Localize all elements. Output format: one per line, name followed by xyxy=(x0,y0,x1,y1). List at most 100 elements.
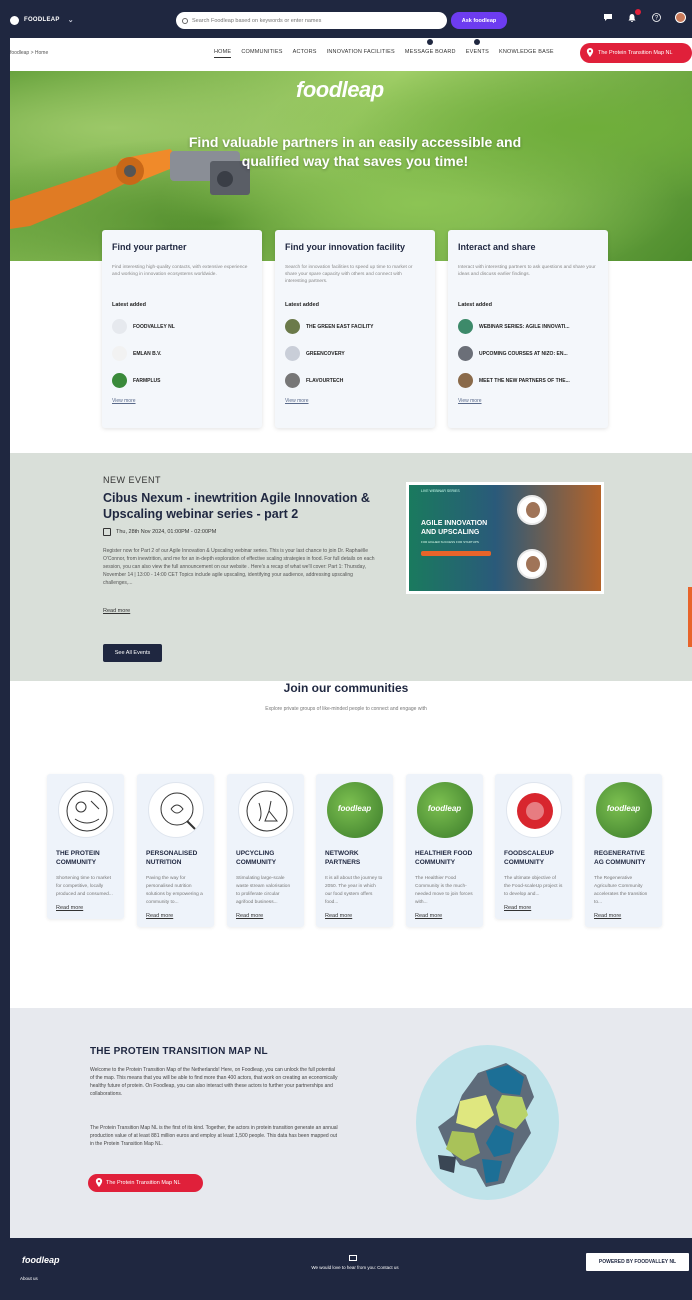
latest-item[interactable]: THE GREEN EAST FACILITY xyxy=(285,313,425,340)
ask-foodleap-button[interactable]: Ask foodleap xyxy=(451,12,507,29)
community-read-more-link[interactable]: Read more xyxy=(415,913,474,919)
community-card[interactable]: foodleap HEALTHIER FOOD COMMUNITY The Hea… xyxy=(406,774,483,927)
community-card[interactable]: PERSONALISED NUTRITION Paving the way fo… xyxy=(137,774,214,927)
protein-transition-map-nav-button[interactable]: The Protein Transition Map NL xyxy=(580,43,692,63)
view-more-link[interactable]: View more xyxy=(285,398,425,404)
community-name: THE PROTEIN COMMUNITY xyxy=(56,850,100,866)
latest-item-label: FARMPLUS xyxy=(133,377,161,384)
protein-map-label: The Protein Transition Map NL xyxy=(598,50,673,56)
feature-card: Find your innovation facility Search for… xyxy=(275,230,435,428)
latest-item-label: MEET THE NEW PARTNERS OF THE... xyxy=(479,377,570,384)
mail-icon xyxy=(349,1255,357,1261)
contact-link[interactable]: We would love to hear from you: Contact … xyxy=(300,1264,410,1271)
bell-icon[interactable] xyxy=(627,8,641,23)
see-all-events-button[interactable]: See All Events xyxy=(103,644,162,662)
nav-item-events[interactable]: EVENTS xyxy=(466,39,489,58)
communities-subtitle: Explore private groups of like-minded pe… xyxy=(265,706,427,712)
brand-switcher[interactable]: FOODLEAP ⌄ xyxy=(10,15,74,25)
view-more-link[interactable]: View more xyxy=(458,398,598,404)
map-paragraph-1: Welcome to the Protein Transition Map of… xyxy=(90,1067,338,1097)
brand-logo-icon xyxy=(10,15,19,25)
latest-item[interactable]: GREENCOVERY xyxy=(285,340,425,367)
map-pin-icon xyxy=(586,48,594,57)
latest-item[interactable]: FARMPLUS xyxy=(112,367,252,394)
latest-item[interactable]: FLAVOURTECH xyxy=(285,367,425,394)
item-logo-icon xyxy=(285,346,300,361)
nav-items: HOME COMMUNITIES ACTORS INNOVATION FACILITI… xyxy=(214,39,554,58)
card-title: Find your partner xyxy=(112,242,187,252)
community-read-more-link[interactable]: Read more xyxy=(325,913,384,919)
community-name: REGENERATIVE AG COMMUNITY xyxy=(594,850,646,866)
nav-item-communities[interactable]: COMMUNITIES xyxy=(241,49,282,58)
community-card[interactable]: FOODSCALEUP COMMUNITY The ultimate objec… xyxy=(495,774,572,919)
latest-item[interactable]: UPCOMING COURSES AT NIZO: EN... xyxy=(458,340,598,367)
event-image[interactable]: LIVE WEBINAR SERIES AGILE INNOVATION AND … xyxy=(406,482,604,594)
nav-item-message-board[interactable]: MESSAGE BOARD xyxy=(405,39,456,58)
event-description: Register now for Part 2 of our Agile Inn… xyxy=(103,548,375,586)
nav-indicator-dot xyxy=(427,39,434,45)
community-read-more-link[interactable]: Read more xyxy=(504,905,563,911)
community-name: NETWORK PARTNERS xyxy=(325,850,361,866)
notification-badge xyxy=(635,8,641,15)
netherlands-map[interactable] xyxy=(416,1045,559,1200)
event-kicker: NEW EVENT xyxy=(103,475,162,485)
nav-item-label: INNOVATION FACILITIES xyxy=(326,49,395,55)
community-photo: foodleap xyxy=(595,782,652,838)
event-date-text: Thu, 28th Nov 2024, 01:00PM - 02:00PM xyxy=(116,529,217,535)
event-title[interactable]: Cibus Nexum - inewtrition Agile Innovati… xyxy=(103,490,383,522)
nav-item-innovation-facilities[interactable]: INNOVATION FACILITIES xyxy=(327,49,395,58)
community-card[interactable]: THE PROTEIN COMMUNITY Shortening time to… xyxy=(47,774,124,919)
latest-item[interactable]: WEBINAR SERIES: AGILE INNOVATI... xyxy=(458,313,598,340)
latest-added-label: Latest added xyxy=(458,302,492,308)
latest-item-label: GREENCOVERY xyxy=(306,350,345,357)
community-name: FOODSCALEUP COMMUNITY xyxy=(504,850,554,866)
community-name: HEALTHIER FOOD COMMUNITY xyxy=(415,850,473,866)
feedback-tab[interactable] xyxy=(688,587,692,647)
community-read-more-link[interactable]: Read more xyxy=(146,913,205,919)
protein-map-button[interactable]: The Protein Transition Map NL xyxy=(88,1174,203,1192)
help-icon[interactable]: ? xyxy=(651,13,661,23)
community-card[interactable]: foodleap NETWORK PARTNERS It is all about… xyxy=(316,774,393,927)
community-card[interactable]: UPCYCLING COMMUNITY Stimulating large-sc… xyxy=(227,774,304,927)
brand-name: FOODLEAP xyxy=(24,17,60,23)
breadcrumb[interactable]: foodleap > Home xyxy=(10,50,48,56)
about-us-link[interactable]: About us xyxy=(20,1276,38,1281)
card-description: Search for innovation facilities to spee… xyxy=(285,265,413,284)
nav-indicator-dot xyxy=(474,39,481,45)
community-photo-logo: foodleap xyxy=(606,804,641,813)
community-logo-icon xyxy=(505,782,562,838)
powered-by-badge[interactable]: POWERED BY FOODVALLEY NL xyxy=(586,1253,689,1271)
view-more-link[interactable]: View more xyxy=(112,398,252,404)
community-read-more-link[interactable]: Read more xyxy=(236,913,295,919)
item-logo-icon xyxy=(285,373,300,388)
nav-item-knowledge-base[interactable]: KNOWLEDGE BASE xyxy=(499,49,554,58)
chat-icon[interactable] xyxy=(603,13,613,23)
latest-item[interactable]: EMLAN B.V. xyxy=(112,340,252,367)
latest-item-label: UPCOMING COURSES AT NIZO: EN... xyxy=(479,350,568,357)
community-name: UPCYCLING COMMUNITY xyxy=(236,850,277,866)
event-image-title: AGILE INNOVATION AND UPSCALING xyxy=(421,520,488,536)
nav-item-actors[interactable]: ACTORS xyxy=(293,49,317,58)
event-read-more-link[interactable]: Read more xyxy=(103,608,130,614)
community-read-more-link[interactable]: Read more xyxy=(594,913,653,919)
event-image-pill xyxy=(421,551,491,556)
community-read-more-link[interactable]: Read more xyxy=(56,905,115,911)
hero-headline: Find valuable partners in an easily acce… xyxy=(188,134,522,169)
search-bar[interactable] xyxy=(176,12,447,29)
event-date: Thu, 28th Nov 2024, 01:00PM - 02:00PM xyxy=(103,528,216,536)
community-photo-logo: foodleap xyxy=(337,804,372,813)
speaker-photo xyxy=(517,495,547,525)
avatar[interactable] xyxy=(675,12,686,23)
search-input[interactable] xyxy=(192,17,432,24)
hero-logo: foodleap xyxy=(296,77,384,102)
community-photo: foodleap xyxy=(416,782,473,838)
netherlands-map-shape xyxy=(438,1063,534,1187)
item-logo-icon xyxy=(458,346,473,361)
nav-item-home[interactable]: HOME xyxy=(214,49,232,58)
community-card[interactable]: foodleap REGENERATIVE AG COMMUNITY The Re… xyxy=(585,774,662,927)
community-icon xyxy=(237,782,294,838)
item-logo-icon xyxy=(458,373,473,388)
community-icon xyxy=(57,782,114,838)
latest-item[interactable]: FOODVALLEY NL xyxy=(112,313,252,340)
latest-item[interactable]: MEET THE NEW PARTNERS OF THE... xyxy=(458,367,598,394)
